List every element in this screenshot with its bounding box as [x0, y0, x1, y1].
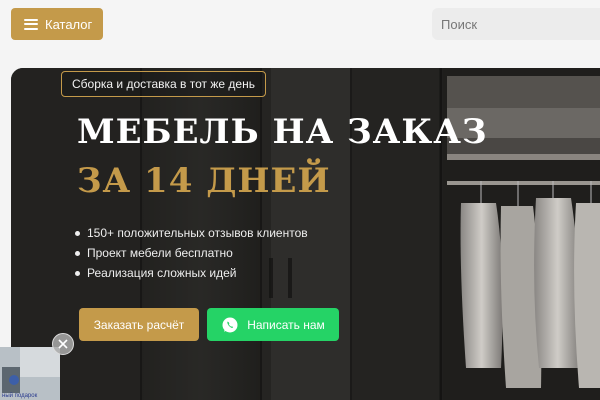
- benefits-list: 150+ положительных отзывов клиентов Прое…: [75, 223, 308, 283]
- order-estimate-button[interactable]: Заказать расчёт: [79, 308, 199, 341]
- list-item: 150+ положительных отзывов клиентов: [75, 223, 308, 243]
- delivery-badge: Сборка и доставка в тот же день: [61, 71, 266, 97]
- catalog-label: Каталог: [45, 16, 93, 32]
- search-input[interactable]: [432, 8, 600, 40]
- list-item: Реализация сложных идей: [75, 263, 308, 283]
- site-header: Каталог: [0, 0, 600, 50]
- benefit-text: Реализация сложных идей: [87, 266, 237, 280]
- video-widget[interactable]: ный подарок: [0, 347, 60, 400]
- whatsapp-button[interactable]: Написать нам: [207, 308, 339, 341]
- close-icon: [58, 339, 68, 349]
- whatsapp-icon: [222, 317, 238, 332]
- bullet-icon: [75, 250, 80, 256]
- bullet-icon: [75, 230, 80, 236]
- benefit-text: 150+ положительных отзывов клиентов: [87, 226, 308, 240]
- close-widget-button[interactable]: [52, 333, 74, 355]
- video-caption: ный подарок: [2, 393, 38, 399]
- whatsapp-label: Написать нам: [247, 317, 325, 332]
- list-item: Проект мебели бесплатно: [75, 243, 308, 263]
- benefit-text: Проект мебели бесплатно: [87, 246, 233, 260]
- menu-icon: [24, 18, 38, 30]
- catalog-button[interactable]: Каталог: [11, 8, 103, 40]
- hero-title-line1: МЕБЕЛЬ НА ЗАКАЗ: [77, 112, 488, 152]
- hero-banner: Сборка и доставка в тот же день МЕБЕЛЬ Н…: [11, 68, 600, 400]
- hero-title-line2: ЗА 14 ДНЕЙ: [77, 161, 331, 201]
- bullet-icon: [75, 270, 80, 276]
